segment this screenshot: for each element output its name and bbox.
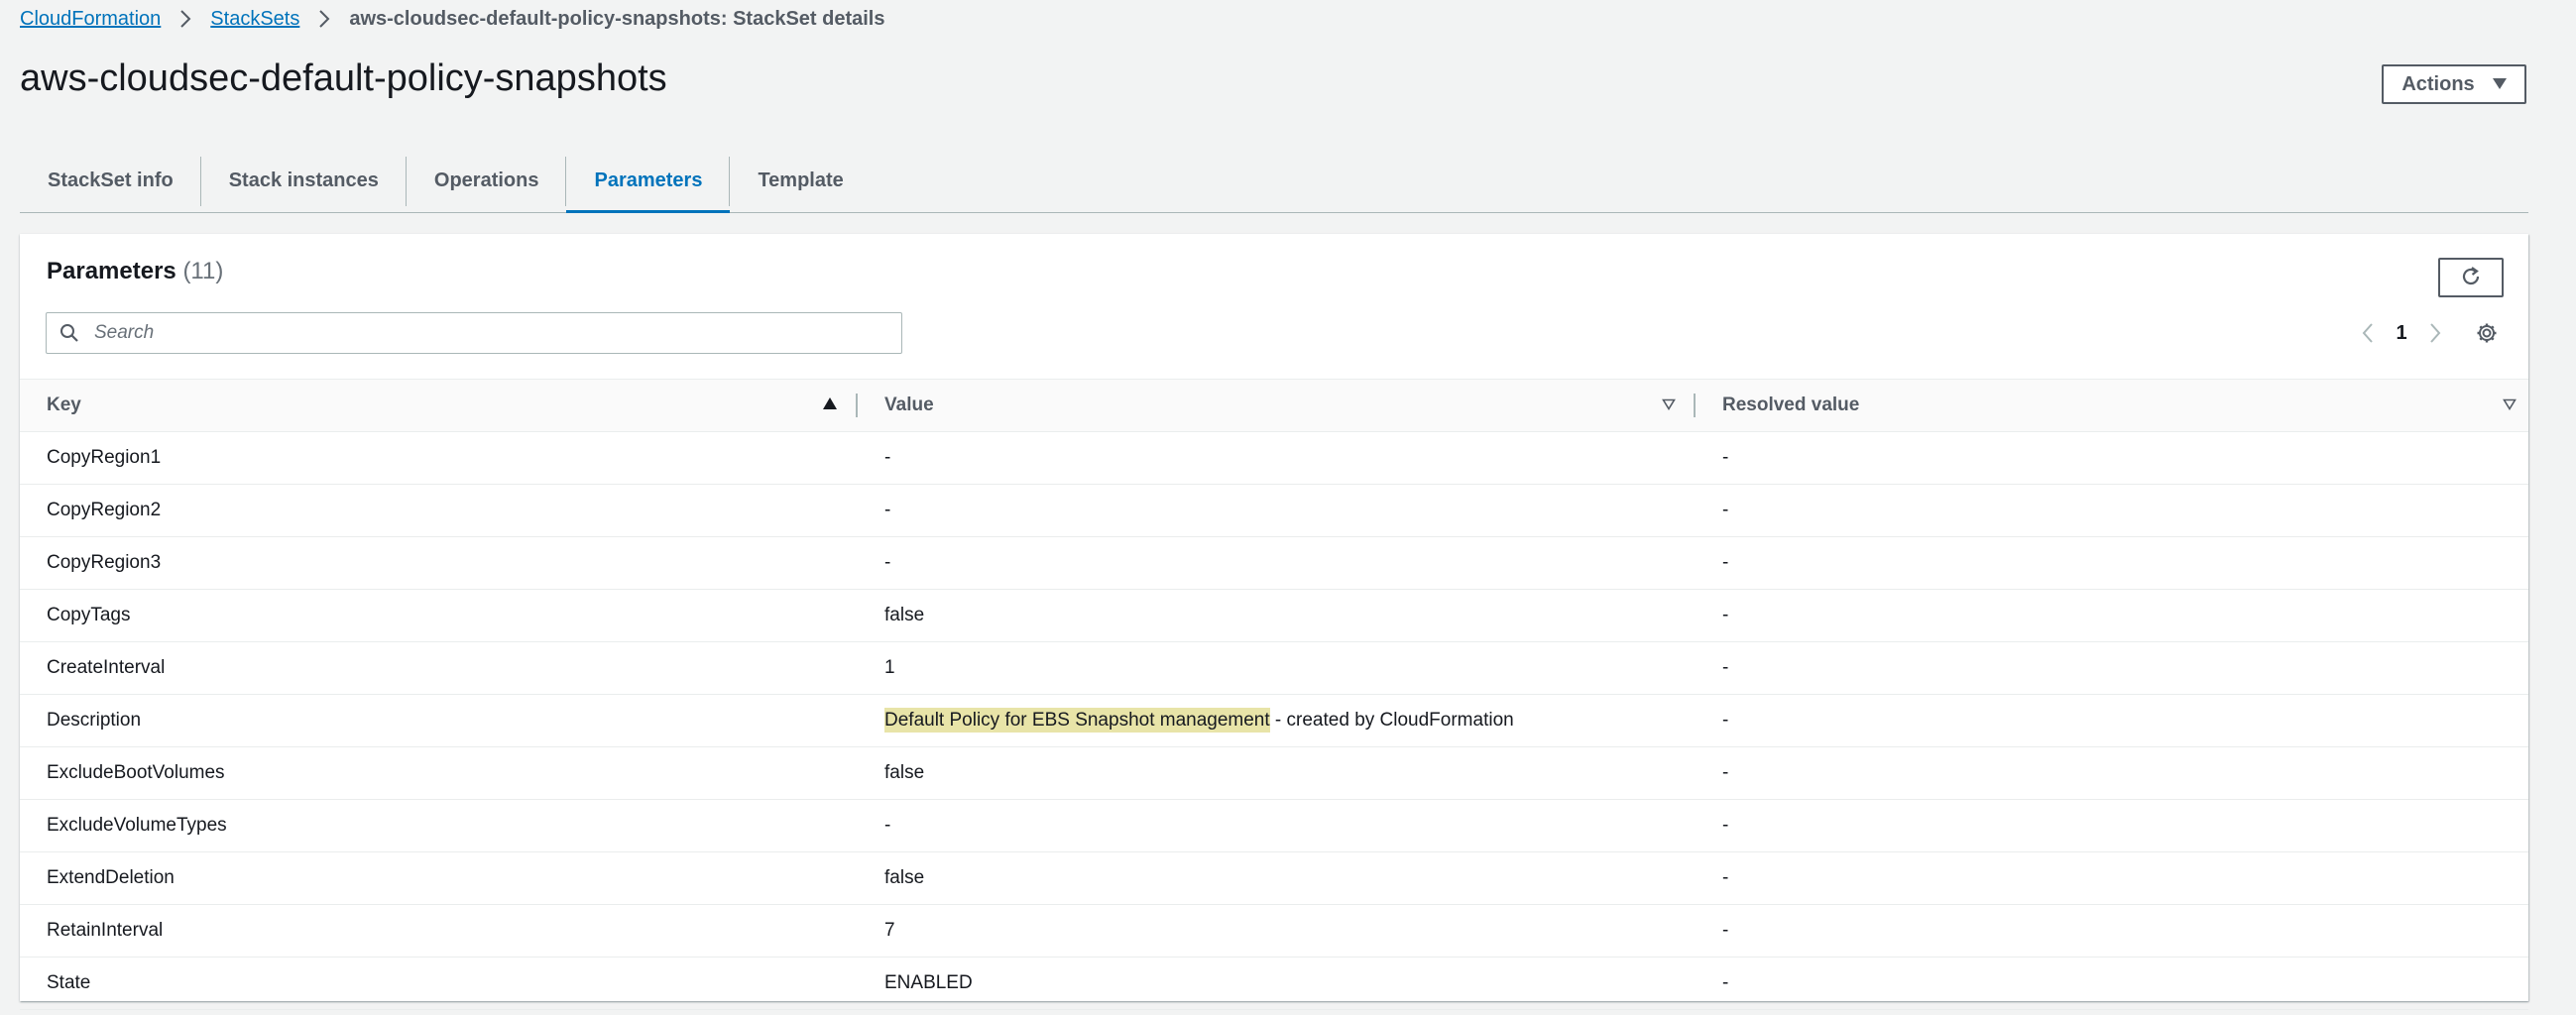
search-highlight: Default Policy for EBS Snapshot manageme… [884,708,1270,733]
parameter-value: 1 [858,641,1696,695]
table-row: ExcludeVolumeTypes - - [20,799,2528,852]
search-icon [47,323,92,343]
parameter-key: State [20,957,858,1010]
panel-title-text: Parameters [47,258,176,284]
page-number[interactable]: 1 [2386,322,2417,345]
parameter-key: CreateInterval [20,641,858,695]
table-row: CopyRegion2 - - [20,484,2528,537]
parameter-value: false [858,589,1696,642]
column-header-label: Resolved value [1722,395,1860,415]
parameter-resolved-value: - [1696,904,2528,958]
parameter-key: Description [20,694,858,747]
column-header-resolved-value[interactable]: Resolved value [1696,379,2528,432]
parameter-value: false [858,746,1696,800]
chevron-right-icon [178,9,192,29]
parameters-table: Key Value Resolved value CopyRegion1 - -… [20,379,2528,1010]
table-header-row: Key Value Resolved value [20,379,2528,432]
parameter-resolved-value: - [1696,589,2528,642]
parameter-key: ExcludeBootVolumes [20,746,858,800]
parameter-key: CopyRegion2 [20,484,858,537]
breadcrumb-current: aws-cloudsec-default-policy-snapshots: S… [349,7,885,30]
chevron-right-icon[interactable] [2417,315,2453,351]
parameter-value: Default Policy for EBS Snapshot manageme… [858,694,1696,747]
parameter-resolved-value: - [1696,536,2528,590]
column-header-label: Key [47,395,81,415]
caret-down-icon [2492,73,2507,96]
sort-descending-outline-icon [1662,395,1676,416]
parameter-value: - [858,484,1696,537]
parameter-value: - [858,799,1696,852]
chevron-left-icon[interactable] [2350,315,2386,351]
pagination: 1 [2350,312,2453,354]
actions-button[interactable]: Actions [2382,64,2526,104]
tab-stack-instances[interactable]: Stack instances [201,149,407,212]
breadcrumb: CloudFormation StackSets aws-cloudsec-de… [20,0,884,38]
sort-ascending-icon [822,395,838,416]
parameter-resolved-value: - [1696,484,2528,537]
parameter-resolved-value: - [1696,746,2528,800]
search-field[interactable] [46,312,902,354]
table-row: CreateInterval 1 - [20,641,2528,695]
refresh-button[interactable] [2438,258,2504,297]
refresh-icon [2459,265,2483,291]
parameter-key: ExtendDeletion [20,851,858,905]
parameter-resolved-value: - [1696,641,2528,695]
table-row: CopyRegion1 - - [20,431,2528,485]
parameter-value: false [858,851,1696,905]
column-header-key[interactable]: Key [20,379,858,432]
parameter-value: - [858,431,1696,485]
parameter-value: ENABLED [858,957,1696,1010]
parameter-key: CopyTags [20,589,858,642]
parameter-key: RetainInterval [20,904,858,958]
parameter-value-text: - created by CloudFormation [1269,710,1514,731]
breadcrumb-link-cloudformation[interactable]: CloudFormation [20,8,161,31]
table-row: RetainInterval 7 - [20,904,2528,958]
parameter-value: 7 [858,904,1696,958]
panel-title: Parameters (11) [47,258,223,285]
chevron-right-icon [317,9,331,29]
parameter-resolved-value: - [1696,799,2528,852]
breadcrumb-link-stacksets[interactable]: StackSets [210,8,299,31]
sort-descending-outline-icon [2503,395,2517,416]
table-row: CopyRegion3 - - [20,536,2528,590]
tab-stackset-info[interactable]: StackSet info [20,149,201,212]
table-row: State ENABLED - [20,957,2528,1010]
tab-label: Operations [433,169,539,191]
tab-label: Stack instances [228,169,379,191]
table-row: Description Default Policy for EBS Snaps… [20,694,2528,747]
parameter-value: - [858,536,1696,590]
tab-bar: StackSet info Stack instances Operations… [20,149,2528,213]
tab-label: Parameters [594,169,703,191]
tab-template[interactable]: Template [730,149,871,212]
table-row: ExtendDeletion false - [20,851,2528,905]
parameter-key: CopyRegion3 [20,536,858,590]
column-header-label: Value [884,395,934,415]
gear-icon[interactable] [2469,315,2505,351]
page-title: aws-cloudsec-default-policy-snapshots [20,57,667,99]
parameter-resolved-value: - [1696,694,2528,747]
parameter-resolved-value: - [1696,431,2528,485]
parameter-resolved-value: - [1696,851,2528,905]
parameter-key: CopyRegion1 [20,431,858,485]
parameter-count: (11) [182,258,224,284]
parameters-panel: Parameters (11) 1 [20,234,2528,1010]
parameter-resolved-value: - [1696,957,2528,1010]
tab-label: Template [758,169,844,191]
tab-operations[interactable]: Operations [407,149,567,212]
tab-label: StackSet info [48,169,174,191]
tab-parameters[interactable]: Parameters [566,149,731,213]
column-header-value[interactable]: Value [858,379,1696,432]
table-row: ExcludeBootVolumes false - [20,746,2528,800]
parameter-key: ExcludeVolumeTypes [20,799,858,852]
search-input[interactable] [92,321,901,345]
actions-button-label: Actions [2401,72,2475,95]
table-row: CopyTags false - [20,589,2528,642]
